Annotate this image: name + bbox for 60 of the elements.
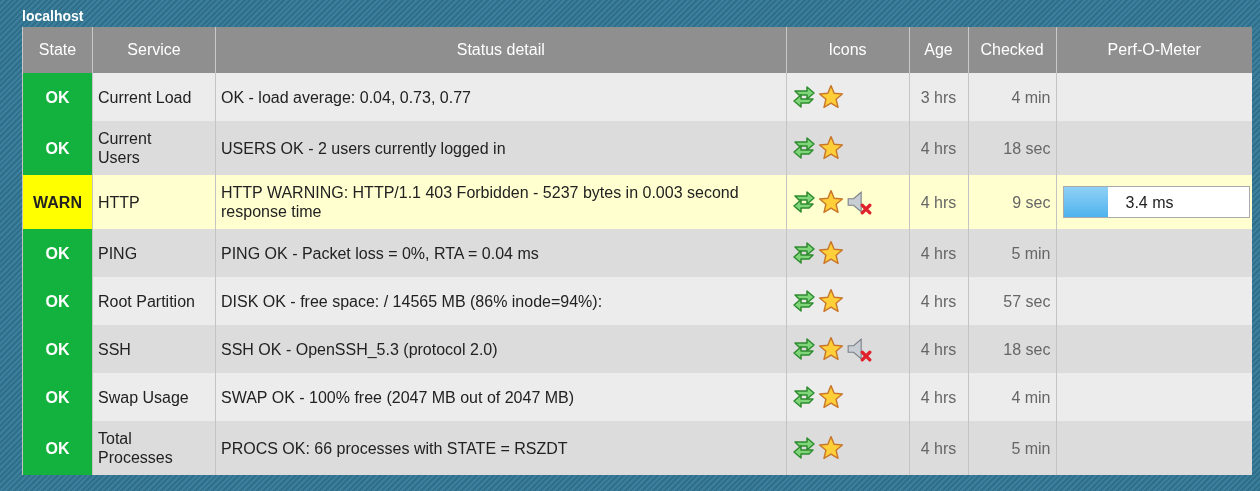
age-cell: 4 hrs (909, 277, 968, 325)
state-cell: OK (22, 73, 93, 121)
refresh-icon[interactable] (791, 85, 816, 109)
state-cell: OK (22, 121, 93, 175)
service-link[interactable]: SSH (92, 325, 216, 373)
checked-cell: 4 min (968, 373, 1056, 421)
status-detail-cell: DISK OK - free space: / 14565 MB (86% inode=94%): (215, 277, 786, 325)
status-detail-cell: HTTP WARNING: HTTP/1.1 403 Forbidden - 5237 bytes in 0.003 second response time (215, 175, 786, 229)
state-cell: OK (22, 229, 93, 277)
status-detail-cell: USERS OK - 2 users currently logged in (215, 121, 786, 175)
age-cell: 4 hrs (909, 325, 968, 373)
perf-reading: 3.4 ms (1125, 192, 1174, 212)
checked-cell: 18 sec (968, 121, 1056, 175)
state-cell: WARN (22, 175, 93, 229)
status-detail-cell: OK - load average: 0.04, 0.73, 0.77 (215, 73, 786, 121)
age-cell: 4 hrs (909, 373, 968, 421)
status-detail-cell: PING OK - Packet loss = 0%, RTA = 0.04 ms (215, 229, 786, 277)
service-link[interactable]: Current Load (92, 73, 216, 121)
refresh-icon[interactable] (791, 289, 816, 313)
service-link[interactable]: Total Processes (92, 421, 216, 475)
age-cell: 3 hrs (909, 73, 968, 121)
muted-speaker-icon[interactable] (845, 336, 872, 362)
star-icon[interactable] (817, 84, 844, 110)
star-icon[interactable] (817, 336, 844, 362)
state-cell: OK (22, 421, 93, 475)
service-link[interactable]: HTTP (92, 175, 216, 229)
status-detail-cell: SWAP OK - 100% free (2047 MB out of 2047 MB) (215, 373, 786, 421)
star-icon[interactable] (817, 384, 844, 410)
service-link[interactable]: Current Users (92, 121, 216, 175)
service-link[interactable]: PING (92, 229, 216, 277)
state-cell: OK (22, 325, 93, 373)
service-link[interactable]: Root Partition (92, 277, 216, 325)
star-icon[interactable] (817, 435, 844, 461)
checked-cell: 4 min (968, 73, 1056, 121)
checked-cell: 18 sec (968, 325, 1056, 373)
age-cell: 4 hrs (909, 175, 968, 229)
refresh-icon[interactable] (791, 385, 816, 409)
checked-cell: 9 sec (968, 175, 1056, 229)
star-icon[interactable] (817, 135, 844, 161)
refresh-icon[interactable] (791, 436, 816, 460)
state-cell: OK (22, 373, 93, 421)
status-detail-cell: SSH OK - OpenSSH_5.3 (protocol 2.0) (215, 325, 786, 373)
checked-cell: 57 sec (968, 277, 1056, 325)
refresh-icon[interactable] (791, 190, 816, 214)
refresh-icon[interactable] (791, 337, 816, 361)
star-icon[interactable] (817, 189, 844, 215)
host-title[interactable]: localhost (22, 6, 84, 27)
age-cell: 4 hrs (909, 121, 968, 175)
checked-cell: 5 min (968, 421, 1056, 475)
status-detail-cell: PROCS OK: 66 processes with STATE = RSZDT (215, 421, 786, 475)
service-link[interactable]: Swap Usage (92, 373, 216, 421)
age-cell: 4 hrs (909, 421, 968, 475)
refresh-icon[interactable] (791, 136, 816, 160)
refresh-icon[interactable] (791, 241, 816, 265)
checked-cell: 5 min (968, 229, 1056, 277)
muted-speaker-icon[interactable] (845, 189, 872, 215)
state-cell: OK (22, 277, 93, 325)
star-icon[interactable] (817, 240, 844, 266)
star-icon[interactable] (817, 288, 844, 314)
age-cell: 4 hrs (909, 229, 968, 277)
